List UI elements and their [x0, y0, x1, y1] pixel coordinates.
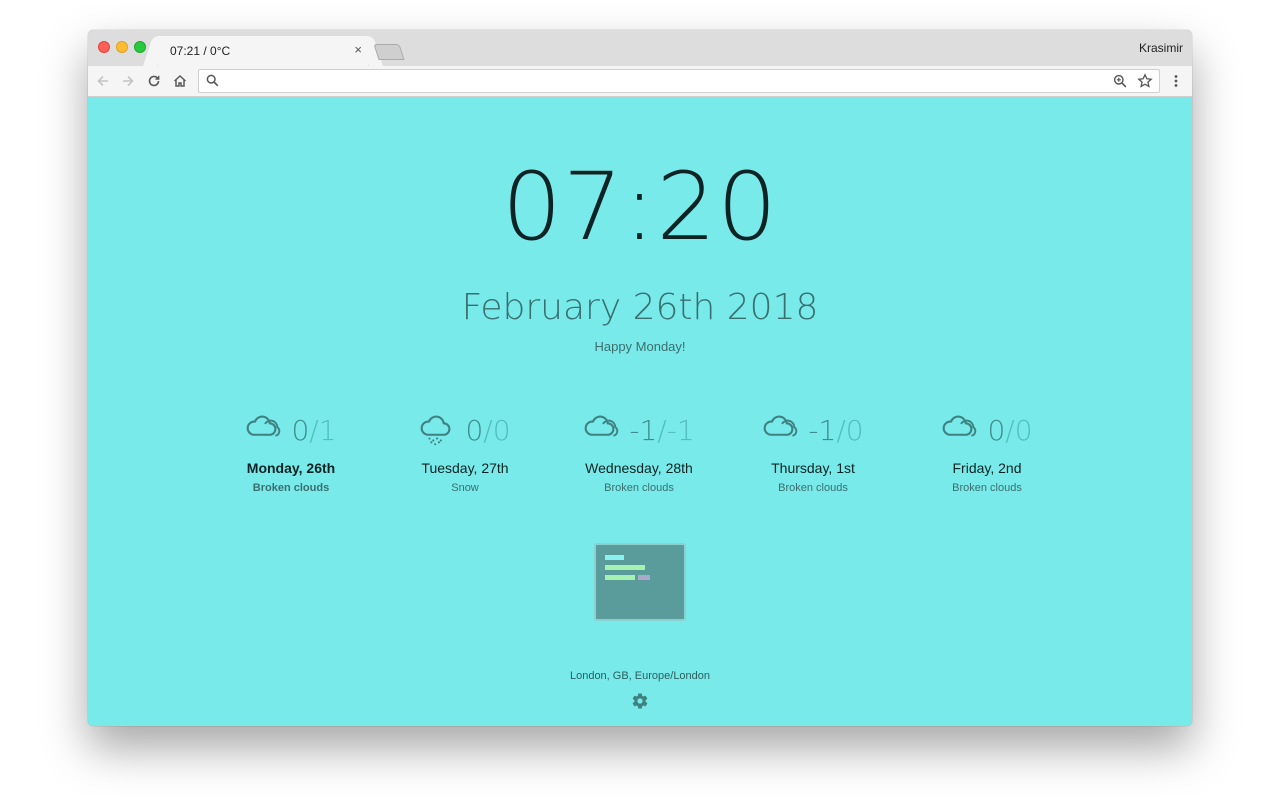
temperature-max: 0: [845, 413, 864, 447]
browser-menu-button[interactable]: [1167, 72, 1185, 90]
forecast-summary: -1/0: [728, 412, 898, 448]
forecast-day: -1/-1 Wednesday, 28th Broken clouds: [554, 412, 724, 494]
forecast-summary: 0/1: [206, 412, 376, 448]
search-icon: [206, 74, 219, 87]
temperature-separator: /: [1005, 413, 1015, 447]
forward-button[interactable]: [119, 72, 137, 90]
location-label: London, GB, Europe/London: [569, 670, 711, 682]
cloud-icon: [585, 415, 619, 437]
address-input[interactable]: [225, 72, 1109, 92]
forecast-day: 0/0 Tuesday, 27th Snow: [380, 412, 550, 494]
tab-title: 07:21 / 0°C: [170, 44, 231, 58]
cloud-icon: [943, 415, 977, 437]
title-bar: 07:21 / 0°C × Krasimir: [88, 30, 1192, 66]
temperature-max: 1: [318, 413, 337, 447]
reload-icon: [148, 75, 160, 87]
vertical-dots-icon: [1174, 75, 1178, 87]
clock-time: 07:20: [502, 153, 778, 262]
address-bar[interactable]: [198, 69, 1160, 93]
forecast-description: Broken clouds: [952, 482, 1022, 494]
temperature-range: -1/0: [808, 414, 863, 447]
temperature-min: -1: [808, 413, 837, 447]
temperature-min: 0: [987, 413, 1006, 447]
forecast-day: 0/0 Friday, 2nd Broken clouds: [902, 412, 1072, 494]
snow-cloud-icon: [421, 415, 451, 446]
temperature-min: 0: [291, 413, 310, 447]
temperature-separator: /: [483, 413, 493, 447]
bookmark-star-icon[interactable]: [1137, 73, 1153, 89]
forecast-day: 0/1 Monday, 26th Broken clouds: [206, 412, 376, 495]
forecast-summary: 0/0: [380, 412, 550, 448]
temperature-range: 0/1: [291, 414, 336, 447]
current-date: February 26th 2018: [461, 287, 819, 328]
temperature-min: -1: [629, 413, 658, 447]
forecast-summary: 0/0: [902, 412, 1072, 448]
temperature-separator: /: [657, 413, 667, 447]
temperature-max: 0: [492, 413, 511, 447]
forecast-summary: -1/-1: [554, 412, 724, 448]
forecast-description: Broken clouds: [778, 482, 848, 494]
tab-close-icon[interactable]: ×: [354, 42, 362, 57]
window-minimize-button[interactable]: [116, 41, 128, 53]
new-tab-button[interactable]: [373, 44, 405, 60]
window-close-button[interactable]: [98, 41, 110, 53]
forecast-day-name: Friday, 2nd: [952, 460, 1022, 476]
browser-window: 07:21 / 0°C × Krasimir 07:20 February 26…: [88, 30, 1192, 726]
greeting: Happy Monday!: [594, 339, 686, 354]
reload-button[interactable]: [145, 72, 163, 90]
forecast-description: Broken clouds: [604, 482, 674, 494]
forecast-day-name: Monday, 26th: [246, 460, 336, 476]
temperature-range: -1/-1: [629, 414, 694, 447]
temperature-separator: /: [309, 413, 319, 447]
home-icon: [173, 74, 187, 87]
zoom-icon[interactable]: [1113, 74, 1127, 88]
cloud-icon: [764, 415, 798, 437]
gear-icon[interactable]: [631, 692, 649, 710]
forecast-day-name: Wednesday, 28th: [585, 460, 693, 476]
dashboard: 07:20 February 26th 2018 Happy Monday! 0…: [88, 97, 1192, 726]
forward-arrow-icon: [123, 75, 134, 87]
terminal-widget[interactable]: [594, 543, 686, 621]
home-button[interactable]: [171, 72, 189, 90]
cloud-icon: [247, 415, 281, 437]
forecast-day-name: Tuesday, 27th: [421, 460, 509, 476]
temperature-max: 0: [1014, 413, 1033, 447]
profile-name[interactable]: Krasimir: [1139, 41, 1183, 55]
window-maximize-button[interactable]: [134, 41, 146, 53]
forecast-description: Broken clouds: [252, 482, 330, 494]
temperature-range: 0/0: [987, 414, 1032, 447]
back-arrow-icon: [97, 75, 108, 87]
browser-tab[interactable]: 07:21 / 0°C ×: [158, 36, 368, 66]
temperature-range: 0/0: [465, 414, 510, 447]
temperature-separator: /: [836, 413, 846, 447]
back-button[interactable]: [94, 72, 112, 90]
temperature-max: -1: [666, 413, 695, 447]
temperature-min: 0: [465, 413, 484, 447]
browser-toolbar: [88, 66, 1192, 97]
forecast-day-name: Thursday, 1st: [771, 460, 855, 476]
forecast-description: Snow: [451, 482, 479, 494]
forecast-day: -1/0 Thursday, 1st Broken clouds: [728, 412, 898, 494]
